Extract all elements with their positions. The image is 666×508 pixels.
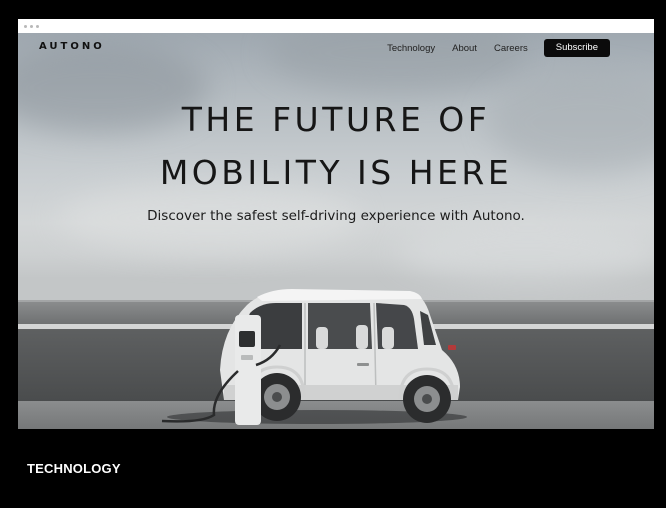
hero-headline-line-1: THE FUTURE OF: [181, 100, 491, 139]
sky-cloud: [398, 223, 654, 283]
nav-links: Technology About Careers Subscribe: [370, 39, 610, 57]
nav-link-technology[interactable]: Technology: [387, 43, 435, 54]
site-logo[interactable]: AUTONO: [39, 41, 105, 52]
browser-titlebar: [18, 19, 654, 33]
hero-headline-line-2: MOBILITY IS HERE: [159, 153, 513, 192]
section-caption: TECHNOLOGY: [27, 461, 121, 476]
window-dot-icon: [36, 24, 39, 28]
electric-car-image: [161, 289, 467, 425]
hero-section: AUTONO Technology About Careers Subscrib…: [18, 33, 654, 429]
browser-window: AUTONO Technology About Careers Subscrib…: [18, 19, 654, 429]
nav-link-careers[interactable]: Careers: [494, 43, 528, 54]
hero-headline: THE FUTURE OF MOBILITY IS HERE: [18, 93, 654, 199]
hero-subheadline: Discover the safest self-driving experie…: [147, 208, 525, 224]
window-dot-icon: [24, 24, 27, 28]
nav-link-about[interactable]: About: [452, 43, 477, 54]
top-navigation: AUTONO Technology About Careers Subscrib…: [18, 33, 654, 63]
subscribe-button[interactable]: Subscribe: [543, 39, 610, 57]
window-dot-icon: [30, 24, 33, 28]
